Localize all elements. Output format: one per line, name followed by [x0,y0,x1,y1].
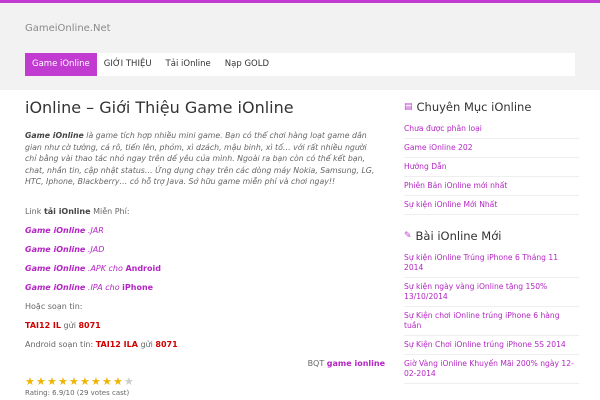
sms-number: 8071 [155,340,178,349]
nav-item-gioi-thieu[interactable]: GIỚI THIỆU [97,53,159,76]
star-icon[interactable]: ★ [25,376,36,387]
recent-post-item[interactable]: Sự kiện ngày vàng iOnline tặng 150% 13/1… [404,278,579,307]
download-link-jar[interactable]: Game iOnline .JAR [25,226,104,235]
star-icon[interactable]: ★ [36,376,47,387]
link-prefix: Link [25,207,44,216]
sms-code: TAI12 ILA [95,340,138,349]
recent-title-text: Bài iOnline Mới [415,229,502,243]
categories-widget-title: ▤ Chuyên Mục iOnline [404,100,579,114]
list-icon: ▤ [404,102,413,112]
rating-stars[interactable]: ★ ★ ★ ★ ★ ★ ★ ★ ★ ★ [25,376,135,387]
link-bold: tải iOnline [43,207,91,216]
link-extra: iPhone [122,283,154,292]
link-suffix: .IPA cho [85,283,123,292]
recent-post-item[interactable]: Sự Kiện Chơi iOnline trúng iPhone 5S 201… [404,336,579,355]
sms-code: TAI12 IL [25,321,61,330]
star-icon[interactable]: ★ [80,376,91,387]
sms-send: gửi [137,340,156,349]
link-extra: Android [125,264,161,273]
post-intro: Game iOnline là game tích hợp nhiều mini… [25,130,377,188]
categories-title-text: Chuyên Mục iOnline [416,100,532,114]
nav-item-nap-gold[interactable]: Nạp GOLD [218,53,276,76]
download-link-apk[interactable]: Game iOnline .APK cho Android [25,264,161,273]
android-sms-instruction: Android soạn tin: TAI12 ILA gửi 8071 [25,340,178,349]
star-icon[interactable]: ★ [69,376,80,387]
categories-list: Chưa được phân loại Game iOnline 202 Hướ… [404,120,579,215]
android-label: Android soạn tin: [25,340,96,349]
link-name: Game iOnline [25,264,86,273]
sms-label: Hoặc soạn tin: [25,302,83,311]
link-name: Game iOnline [25,283,86,292]
recent-post-item[interactable]: Sự Kiện chơi iOnline trúng iPhone 6 hàng… [404,307,579,336]
main-nav: Game iOnline GIỚI THIỆU Tải iOnline Nạp … [25,53,575,76]
link-suffix: .JAR [85,226,104,235]
post-title[interactable]: iOnline – Giới Thiệu Game iOnline [25,98,377,117]
byline-prefix: BQT [307,359,327,368]
recent-widget-title: ✎ Bài iOnline Mới [404,229,579,243]
main-area: iOnline – Giới Thiệu Game iOnline Game i… [0,90,600,400]
intro-bold: Game iOnline [25,131,84,140]
post-content: iOnline – Giới Thiệu Game iOnline Game i… [25,98,385,397]
link-name: Game iOnline [25,245,86,254]
link-suffix: .APK cho [85,264,126,273]
pencil-icon: ✎ [404,231,412,241]
star-icon[interactable]: ★ [113,376,124,387]
download-link-jad[interactable]: Game iOnline .JAD [25,245,104,254]
accent-bar [0,0,600,3]
byline-name[interactable]: game ionline [327,359,385,368]
nav-item-tai-ionline[interactable]: Tải iOnline [159,53,218,76]
category-item[interactable]: Game iOnline 202 [404,139,579,158]
recent-post-item[interactable]: Giờ Vàng iOnline Khuyến Mãi 200% ngày 12… [404,355,579,384]
recent-posts-list: Sự kiện iOnline Trúng iPhone 6 Tháng 11 … [404,249,579,384]
nav-item-game-ionline[interactable]: Game iOnline [25,53,97,76]
star-icon[interactable]: ★ [58,376,69,387]
download-label: Link tải iOnline Miễn Phí: [25,207,130,216]
category-item[interactable]: Hướng Dẫn [404,158,579,177]
recent-post-item[interactable]: Sự kiện iOnline Trúng iPhone 6 Tháng 11 … [404,249,579,278]
sms-instruction: TAI12 IL gửi 8071 [25,321,101,330]
site-title[interactable]: GameiOnline.Net [25,23,111,34]
star-icon[interactable]: ★ [91,376,102,387]
sms-send: gửi [61,321,79,330]
star-icon[interactable]: ★ [47,376,58,387]
link-suffix: Miễn Phí: [90,207,130,216]
link-name: Game iOnline [25,226,86,235]
category-item[interactable]: Phiên Bản iOnline mới nhất [404,177,579,196]
sidebar: ▤ Chuyên Mục iOnline Chưa được phân loại… [404,100,579,384]
sms-number: 8071 [78,321,101,330]
category-item[interactable]: Sự kiện iOnline Mới Nhất [404,196,579,215]
star-icon[interactable]: ★ [124,376,135,387]
download-link-ipa[interactable]: Game iOnline .IPA cho iPhone [25,283,153,292]
rating-text: Rating: 6.9/10 (29 votes cast) [25,389,130,397]
star-icon[interactable]: ★ [102,376,113,387]
post-byline: BQT game ionline [25,359,385,368]
category-item[interactable]: Chưa được phân loại [404,120,579,139]
link-suffix: .JAD [85,245,105,254]
